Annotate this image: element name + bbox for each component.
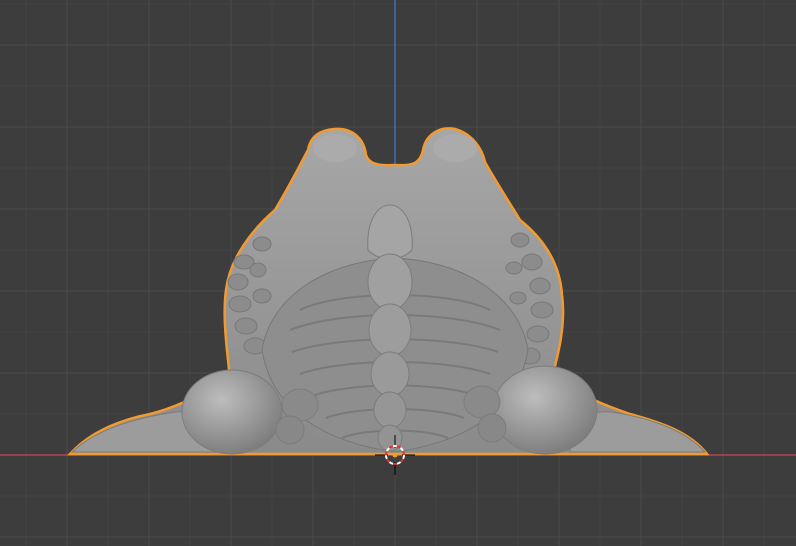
spine-plates <box>367 204 413 452</box>
3d-viewport[interactable] <box>0 0 796 546</box>
